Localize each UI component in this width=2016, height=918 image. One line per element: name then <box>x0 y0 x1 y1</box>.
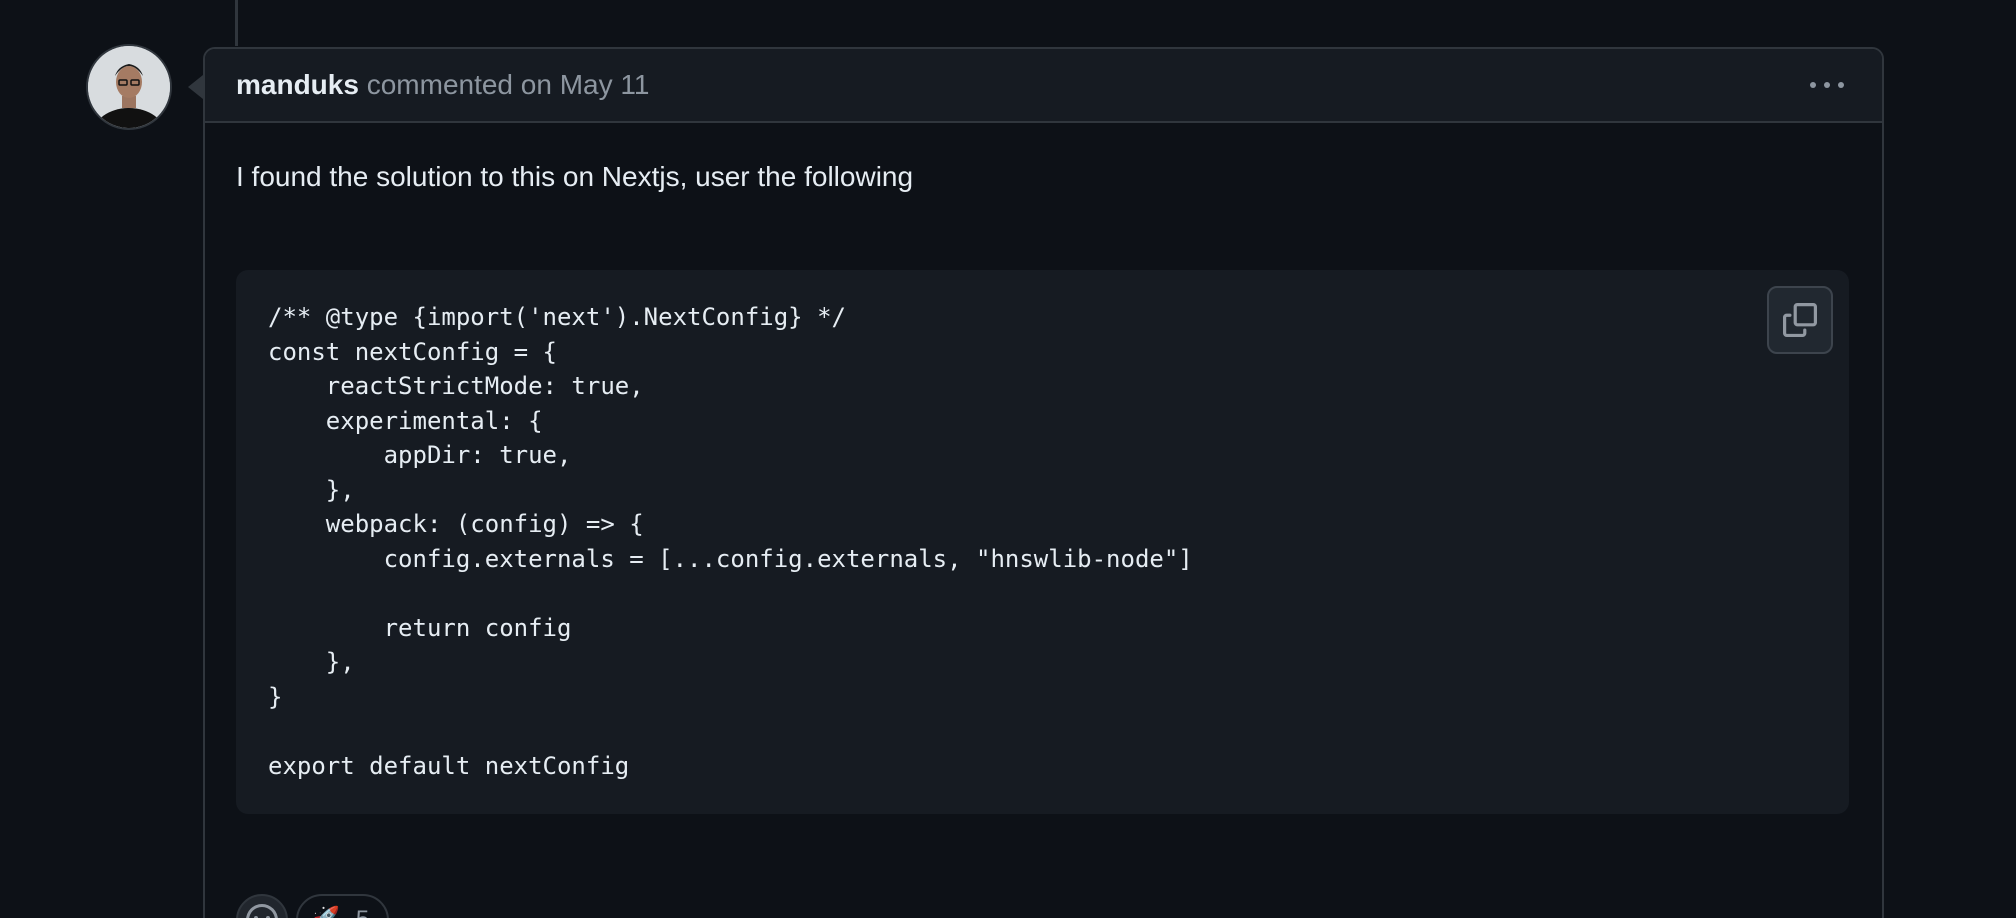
add-reaction-button[interactable] <box>236 894 288 918</box>
comment-header-text: manduks commented on May 11 <box>236 70 649 100</box>
avatar[interactable] <box>88 46 170 128</box>
page: manduks commented on May 11 I found the … <box>0 0 2016 918</box>
code-line: config.externals = [...config.externals,… <box>268 544 1193 573</box>
comment-header: manduks commented on May 11 <box>205 49 1882 123</box>
code-line: }, <box>268 475 355 504</box>
comment-body: I found the solution to this on Nextjs, … <box>205 159 1882 918</box>
code-line: experimental: { <box>268 406 543 435</box>
code-line: const nextConfig = { <box>268 337 557 366</box>
menu-dot <box>1838 82 1844 88</box>
menu-dot <box>1810 82 1816 88</box>
reactions-bar: 🚀 5 <box>236 894 390 918</box>
reaction-count: 5 <box>356 906 369 918</box>
rocket-icon: 🚀 <box>310 908 340 918</box>
code-content: /** @type {import('next').NextConfig} */… <box>268 300 1193 783</box>
code-line: appDir: true, <box>268 441 572 469</box>
code-line: webpack: (config) => { <box>268 510 644 538</box>
code-line: export default nextConfig <box>268 751 630 780</box>
code-line: /** @type {import('next').NextConfig} */ <box>268 303 846 331</box>
kebab-horizontal-icon[interactable] <box>1810 71 1844 99</box>
smiley-icon <box>246 904 278 918</box>
code-block: /** @type {import('next').NextConfig} */… <box>236 270 1849 814</box>
code-line: }, <box>268 648 355 676</box>
code-line: reactStrictMode: true, <box>268 372 644 400</box>
copy-button[interactable] <box>1767 286 1833 354</box>
timeline-line <box>235 0 238 46</box>
comment-timestamp[interactable]: commented on May 11 <box>367 69 650 100</box>
code-line: } <box>268 682 283 711</box>
copy-icon <box>1783 303 1817 337</box>
comment-text: I found the solution to this on Nextjs, … <box>236 161 914 192</box>
menu-dot <box>1824 82 1830 88</box>
comment-arrow <box>188 75 203 99</box>
comment-card: manduks commented on May 11 I found the … <box>203 47 1884 918</box>
code-line: return config <box>268 613 572 642</box>
avatar-image <box>88 46 170 128</box>
author-name[interactable]: manduks <box>236 69 359 100</box>
reaction-rocket-button[interactable]: 🚀 5 <box>296 894 390 918</box>
